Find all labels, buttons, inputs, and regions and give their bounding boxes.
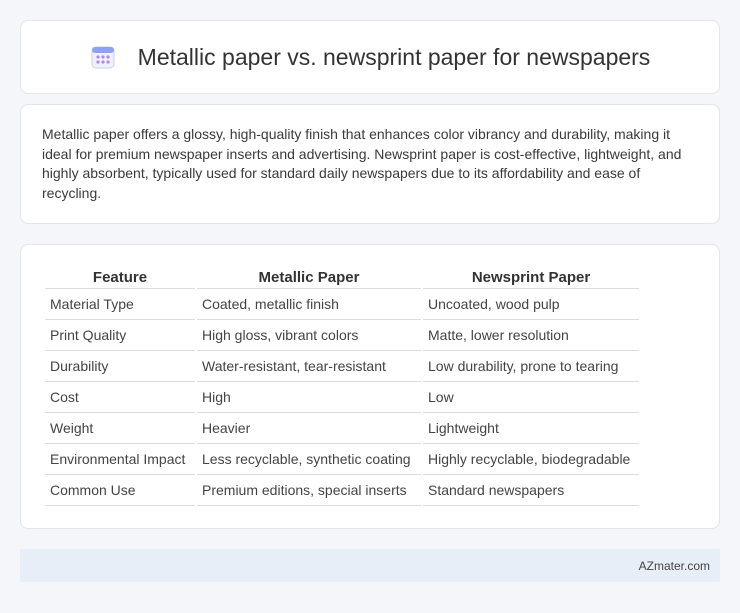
summary-card: Metallic paper offers a glossy, high-qua… — [20, 104, 720, 224]
feature-cell: Material Type — [45, 289, 195, 320]
header-newsprint-paper: Newsprint Paper — [423, 263, 639, 289]
metallic-cell: High — [197, 382, 421, 413]
newsprint-cell: Uncoated, wood pulp — [423, 289, 639, 320]
metallic-cell: Premium editions, special inserts — [197, 475, 421, 506]
newsprint-cell: Highly recyclable, biodegradable — [423, 444, 639, 475]
header-feature: Feature — [45, 263, 195, 289]
table-header-row: Feature Metallic Paper Newsprint Paper — [45, 263, 639, 289]
header-metallic-paper: Metallic Paper — [197, 263, 421, 289]
feature-cell: Durability — [45, 351, 195, 382]
footer-bar: AZmater.com — [20, 549, 720, 582]
newsprint-cell: Standard newspapers — [423, 475, 639, 506]
newsprint-cell: Low durability, prone to tearing — [423, 351, 639, 382]
table-row: Durability Water-resistant, tear-resista… — [45, 351, 639, 382]
title-card: Metallic paper vs. newsprint paper for n… — [20, 20, 720, 94]
table-row: Material Type Coated, metallic finish Un… — [45, 289, 639, 320]
newsprint-cell: Lightweight — [423, 413, 639, 444]
feature-cell: Common Use — [45, 475, 195, 506]
feature-cell: Weight — [45, 413, 195, 444]
page-title: Metallic paper vs. newsprint paper for n… — [137, 43, 651, 70]
metallic-cell: Coated, metallic finish — [197, 289, 421, 320]
table-row: Weight Heavier Lightweight — [45, 413, 639, 444]
table-row: Cost High Low — [45, 382, 639, 413]
metallic-cell: Water-resistant, tear-resistant — [197, 351, 421, 382]
feature-cell: Cost — [45, 382, 195, 413]
summary-text: Metallic paper offers a glossy, high-qua… — [42, 126, 682, 201]
metallic-cell: High gloss, vibrant colors — [197, 320, 421, 351]
comparison-table: Feature Metallic Paper Newsprint Paper M… — [43, 263, 641, 506]
table-row: Common Use Premium editions, special ins… — [45, 475, 639, 506]
feature-cell: Print Quality — [45, 320, 195, 351]
table-row: Print Quality High gloss, vibrant colors… — [45, 320, 639, 351]
metallic-cell: Less recyclable, synthetic coating — [197, 444, 421, 475]
newsprint-cell: Matte, lower resolution — [423, 320, 639, 351]
feature-cell: Environmental Impact — [45, 444, 195, 475]
footer-brand-link[interactable]: AZmater.com — [639, 559, 710, 573]
metallic-cell: Heavier — [197, 413, 421, 444]
table-row: Environmental Impact Less recyclable, sy… — [45, 444, 639, 475]
comparison-card: Feature Metallic Paper Newsprint Paper M… — [20, 244, 720, 529]
calendar-icon — [90, 44, 116, 70]
newsprint-cell: Low — [423, 382, 639, 413]
